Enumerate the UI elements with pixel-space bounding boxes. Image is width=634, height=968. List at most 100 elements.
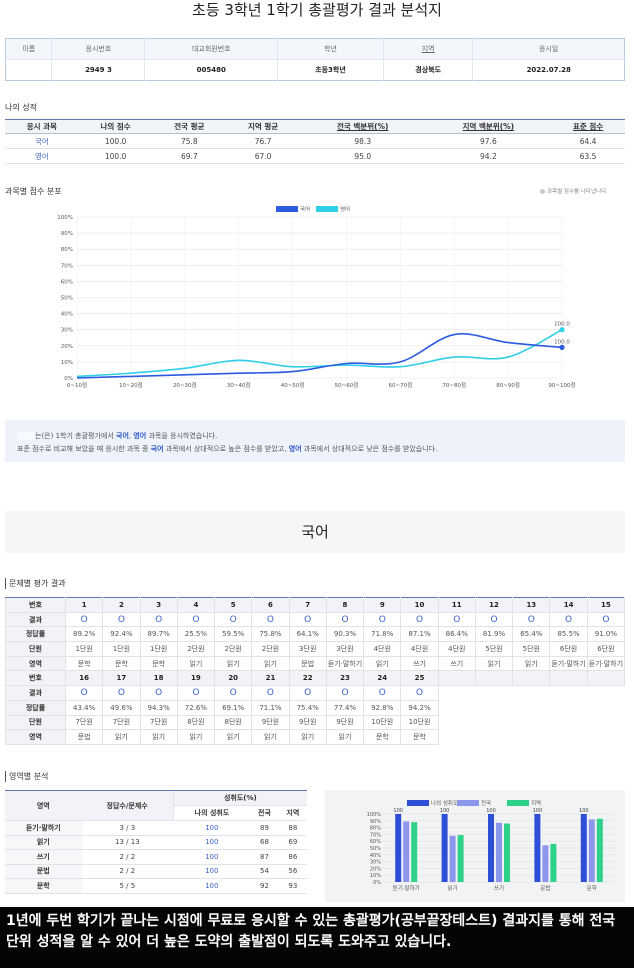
area-y-tick-label: 70% xyxy=(370,832,381,838)
empty-cell xyxy=(549,715,588,730)
y-tick-label: 50% xyxy=(61,296,73,302)
summary-subject: 국어 xyxy=(116,432,129,440)
area-section-label: 영역별 분석 xyxy=(5,771,48,782)
score-header-standard-score: 표준 점수 xyxy=(551,119,625,134)
area-bar xyxy=(441,814,448,882)
empty-cell xyxy=(438,729,476,745)
problem-cell-num: 22 xyxy=(288,670,327,687)
empty-cell xyxy=(437,670,476,687)
subject-banner: 국어 xyxy=(5,511,625,553)
area-cell: 87 xyxy=(250,849,279,865)
score-cell: 95.0 xyxy=(299,148,426,164)
problem-cell-area: 읽기 xyxy=(176,729,216,745)
summary-text: 과목에서 상대적으로 낮은 점수를 받았습니다. xyxy=(301,445,438,453)
problem-cell-num: 8 xyxy=(325,597,365,613)
area-legend-swatch xyxy=(407,800,429,806)
info-value-exam-date: 2022.07.28 xyxy=(472,59,625,81)
x-tick-label: 30~40점 xyxy=(227,382,251,389)
area-bar-label: 100 xyxy=(440,808,450,814)
problem-cell-res: O xyxy=(214,611,253,628)
problem-cell-unit: 1단원 xyxy=(139,641,178,657)
problem-cell-res: O xyxy=(139,685,178,701)
area-cell: 92 xyxy=(250,878,279,894)
score-subject-korean[interactable]: 국어 xyxy=(5,133,79,149)
problem-cell-num: 25 xyxy=(400,670,439,687)
y-tick-label: 100% xyxy=(57,215,73,221)
problem-row-res: 결과 O O O O O O O O O O xyxy=(5,685,625,701)
score-header-region-percentile: 지역 백분위(%) xyxy=(425,119,552,134)
problem-cell-area: 읽기 xyxy=(251,729,290,745)
area-x-tick-label: 문법 xyxy=(540,884,550,892)
problem-cell-unit: 2단원 xyxy=(251,641,290,657)
area-cell: 69 xyxy=(278,835,307,850)
problem-cell-unit: 9단원 xyxy=(288,714,327,731)
problem-row-header: 영역 xyxy=(5,655,66,672)
problem-row-unit: 단원 7단원 7단원 7단원 8단원 8단원 9단원 9단원 9단원 10단원 10단원 xyxy=(5,714,625,731)
empty-cell xyxy=(549,670,588,687)
legend-swatch xyxy=(316,206,338,212)
student-info-header-row: 이름 응시번호 대교회원번호 학년 지역 응시일 xyxy=(5,38,625,60)
problem-cell-num: 20 xyxy=(214,670,253,687)
problem-cell-rate: 94.3% xyxy=(139,699,178,716)
area-y-tick-label: 50% xyxy=(370,846,381,852)
masked-name xyxy=(17,432,35,440)
area-y-tick-label: 30% xyxy=(370,860,381,866)
area-row: 쓰기 2 / 2 100 87 86 xyxy=(5,849,307,865)
area-name: 듣기·말하기 xyxy=(5,820,82,836)
area-bar xyxy=(411,822,418,882)
problem-row-num: 번호 1 2 3 4 5 6 7 8 9 10 11 12 13 14 15 xyxy=(5,597,626,613)
area-cell: 2 / 2 xyxy=(81,849,174,865)
area-bar xyxy=(403,821,410,882)
area-subheader-national: 전국 xyxy=(250,805,279,821)
area-y-tick-label: 10% xyxy=(370,873,381,879)
area-bar xyxy=(542,845,549,882)
x-tick-label: 70~80점 xyxy=(442,382,466,389)
area-subheader-region: 지역 xyxy=(278,805,307,821)
empty-cell xyxy=(549,700,588,715)
problem-cell-rate: 94.2% xyxy=(400,699,439,716)
y-tick-label: 80% xyxy=(61,247,73,253)
problem-cell-num: 7 xyxy=(288,597,327,613)
y-tick-label: 10% xyxy=(61,360,73,366)
problem-row-header: 번호 xyxy=(5,597,66,613)
x-tick-label: 90~100점 xyxy=(548,382,575,389)
problem-cell-area: 쓰기 xyxy=(437,655,476,672)
legend-label[interactable]: 영어 xyxy=(340,205,350,213)
area-row: 문학 5 / 5 100 92 93 xyxy=(5,878,307,894)
problem-cell-rate: 92.4% xyxy=(102,626,141,643)
area-cell: 5 / 5 xyxy=(81,878,174,894)
area-cell: 100 xyxy=(173,835,251,850)
y-tick-label: 40% xyxy=(61,312,73,318)
area-bar-label: 100 xyxy=(393,808,403,814)
info-value-exam-number: 2949 3 xyxy=(51,59,145,81)
problem-cell-num: 5 xyxy=(214,597,253,613)
problem-cell-res: O xyxy=(176,685,216,701)
area-legend-label: 나의 성취도 xyxy=(431,799,458,807)
distribution-note-text: 과목별 점수를 나타냅니다. xyxy=(547,189,608,195)
score-subject-english[interactable]: 영어 xyxy=(5,148,79,164)
area-bar xyxy=(534,814,541,882)
area-row: 듣기·말하기 3 / 3 100 89 88 xyxy=(5,820,307,836)
empty-cell xyxy=(587,729,625,745)
area-bar xyxy=(449,835,456,882)
area-bar xyxy=(588,819,595,882)
note-dot-icon xyxy=(540,189,545,194)
empty-cell xyxy=(438,700,476,715)
problem-cell-area: 읽기 xyxy=(325,729,365,745)
summary-line-2: 표준 점수로 비교해 보았을 때 응시한 과목 중 국어 과목에서 상대적으로 … xyxy=(17,443,613,456)
info-header-member-number: 대교회원번호 xyxy=(144,38,278,60)
problem-cell-num: 4 xyxy=(176,597,216,613)
problem-cell-rate: 86.4% xyxy=(437,626,476,643)
problem-cell-unit: 4단원 xyxy=(400,641,439,657)
legend-label[interactable]: 국어 xyxy=(300,205,310,213)
score-cell: 64.4 xyxy=(551,133,625,149)
problem-row-header: 정답률 xyxy=(5,626,66,643)
problem-cell-unit: 3단원 xyxy=(288,641,327,657)
area-y-tick-label: 0% xyxy=(373,880,381,886)
area-name: 문법 xyxy=(5,864,82,879)
area-y-tick-label: 40% xyxy=(370,853,381,859)
problem-row-rate: 정답률 89.2% 92.4% 89.7% 25.5% 59.5% 75.8% 64.1% 90… xyxy=(5,626,626,643)
problem-cell-area: 문학 xyxy=(102,655,141,672)
problem-cell-area: 문학 xyxy=(64,655,104,672)
problem-cell-rate: 90.3% xyxy=(325,626,365,643)
